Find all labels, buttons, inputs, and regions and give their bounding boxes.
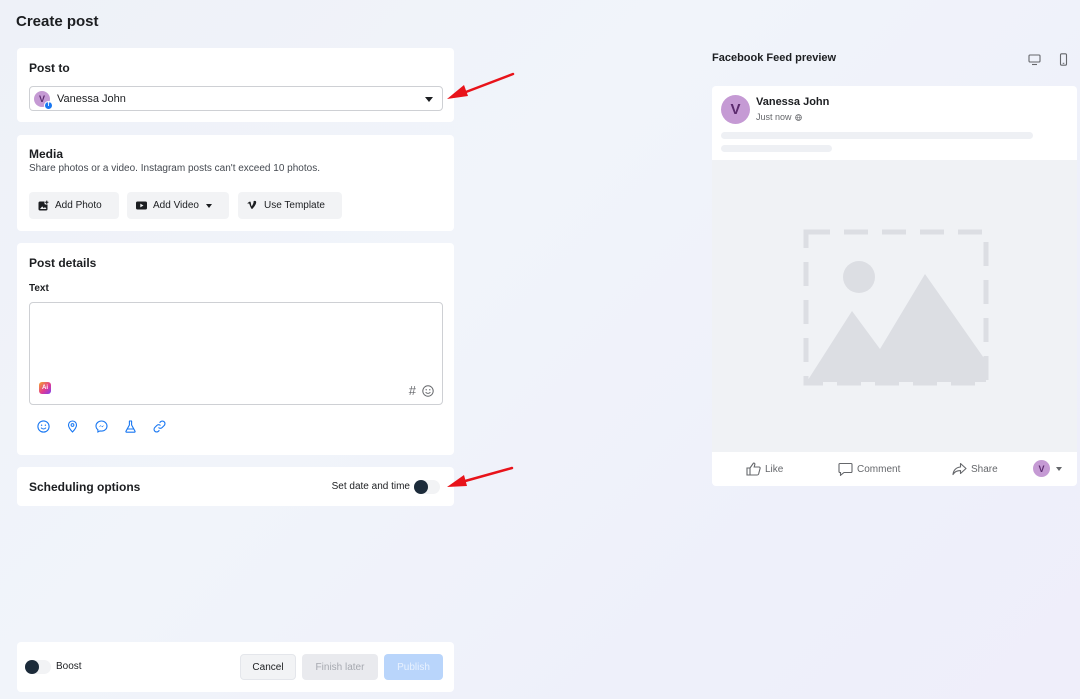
- preview-avatar: V: [721, 95, 750, 124]
- link-icon[interactable]: [152, 419, 167, 434]
- like-label: Like: [765, 463, 784, 475]
- preview-actions: Like Comment Share V: [712, 452, 1077, 486]
- ai-assistant-icon[interactable]: Ai: [39, 382, 51, 394]
- location-icon[interactable]: [65, 419, 80, 434]
- media-title: Media: [29, 147, 64, 161]
- emoji-icon[interactable]: [422, 384, 434, 397]
- scheduling-title: Scheduling options: [29, 480, 141, 494]
- flask-icon[interactable]: [123, 419, 138, 434]
- messenger-icon[interactable]: [94, 419, 109, 434]
- post-text-box: Ai #: [29, 302, 443, 405]
- boost-label: Boost: [56, 661, 82, 672]
- preview-timestamp: Just now: [756, 112, 802, 122]
- text-label: Text: [29, 283, 49, 294]
- preview-account-avatar: V: [1033, 460, 1050, 477]
- toggle-knob: [414, 480, 428, 494]
- comment-button[interactable]: Comment: [838, 462, 900, 476]
- preview-title: Facebook Feed preview: [712, 52, 837, 64]
- mobile-icon[interactable]: [1057, 53, 1070, 66]
- vimeo-icon: [247, 200, 258, 211]
- emoji-icon[interactable]: [36, 419, 51, 434]
- share-icon: [952, 462, 967, 476]
- finish-later-button[interactable]: Finish later: [302, 654, 378, 680]
- footer-bar: Boost Cancel Finish later Publish: [17, 642, 454, 692]
- use-template-label: Use Template: [264, 200, 325, 211]
- add-video-button[interactable]: Add Video: [127, 192, 229, 219]
- add-video-label: Add Video: [153, 200, 199, 211]
- toggle-knob: [25, 660, 39, 674]
- facebook-icon: f: [44, 100, 53, 110]
- chevron-down-icon: [205, 203, 212, 208]
- preview-time-text: Just now: [756, 112, 792, 122]
- text-skeleton: [721, 145, 832, 152]
- media-subtitle: Share photos or a video. Instagram posts…: [29, 163, 320, 174]
- account-select[interactable]: V f Vanessa John: [29, 86, 443, 111]
- share-button[interactable]: Share: [952, 462, 998, 476]
- add-photo-label: Add Photo: [55, 200, 102, 211]
- add-photo-button[interactable]: Add Photo: [29, 192, 119, 219]
- use-template-button[interactable]: Use Template: [238, 192, 342, 219]
- post-text-input[interactable]: [38, 309, 434, 377]
- comment-label: Comment: [857, 463, 901, 475]
- page-title: Create post: [16, 13, 99, 30]
- hashtag-icon[interactable]: #: [409, 383, 416, 398]
- post-details-card: Post details Text Ai #: [17, 243, 454, 455]
- publish-button[interactable]: Publish: [384, 654, 443, 680]
- boost-toggle[interactable]: [25, 660, 51, 674]
- set-date-time-label: Set date and time: [331, 481, 410, 492]
- feed-preview-card: V Vanessa John Just now Like Comment Sha…: [712, 86, 1077, 486]
- globe-icon: [794, 113, 802, 121]
- like-button[interactable]: Like: [746, 462, 783, 476]
- post-tools: [36, 419, 167, 434]
- text-skeleton: [721, 132, 1033, 139]
- desktop-icon[interactable]: [1028, 53, 1041, 66]
- post-details-title: Post details: [29, 256, 97, 270]
- share-label: Share: [971, 463, 998, 475]
- cancel-button[interactable]: Cancel: [240, 654, 296, 680]
- chevron-down-icon: [425, 97, 433, 102]
- chevron-down-icon: [1056, 466, 1062, 471]
- add-photo-icon: [38, 200, 49, 211]
- like-icon: [746, 462, 761, 476]
- video-icon: [136, 200, 147, 211]
- media-placeholder: [712, 160, 1077, 452]
- preview-account-switcher[interactable]: V: [1033, 460, 1062, 477]
- media-card: Media Share photos or a video. Instagram…: [17, 135, 454, 231]
- schedule-toggle[interactable]: [414, 480, 440, 494]
- comment-icon: [838, 462, 853, 476]
- post-to-card: Post to V f Vanessa John: [17, 48, 454, 122]
- post-to-title: Post to: [29, 61, 70, 75]
- account-name: Vanessa John: [57, 92, 126, 105]
- account-avatar: V f: [34, 90, 53, 110]
- scheduling-card: Scheduling options Set date and time: [17, 467, 454, 506]
- image-placeholder-icon: [803, 229, 989, 386]
- preview-account-name: Vanessa John: [756, 96, 830, 108]
